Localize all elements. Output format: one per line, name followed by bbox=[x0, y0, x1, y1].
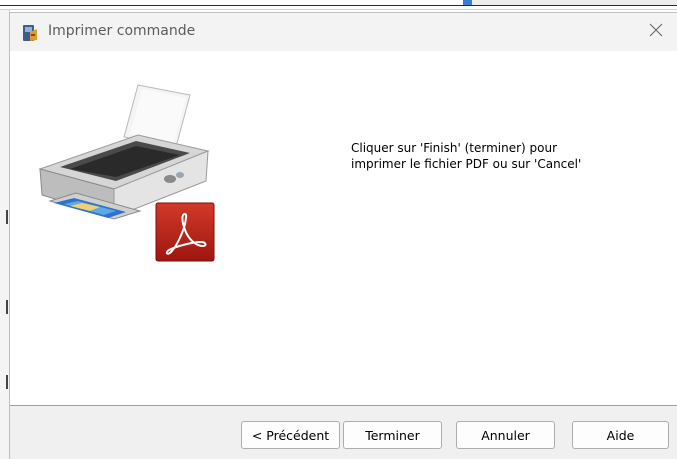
finish-button[interactable]: Terminer bbox=[343, 421, 442, 449]
background-tab-icon bbox=[463, 0, 472, 5]
background-window-strip bbox=[0, 0, 677, 10]
instruction-line: Cliquer sur 'Finish' (terminer) pour bbox=[351, 141, 558, 155]
dialog-content: Cliquer sur 'Finish' (terminer) pour imp… bbox=[10, 51, 677, 407]
window-title: Imprimer commande bbox=[48, 23, 196, 39]
close-icon bbox=[649, 22, 663, 41]
pdf-icon bbox=[155, 202, 215, 262]
installer-icon bbox=[20, 23, 40, 43]
title-bar[interactable]: Imprimer commande bbox=[10, 13, 677, 51]
background-divider bbox=[0, 5, 677, 6]
back-button[interactable]: < Précédent bbox=[241, 421, 340, 449]
button-bar: < Précédent Terminer Annuler Aide bbox=[10, 406, 677, 459]
screen: Imprimer commande Cliquer sur 'Finish' (… bbox=[0, 0, 677, 459]
help-button[interactable]: Aide bbox=[572, 421, 669, 449]
background-marker bbox=[6, 210, 8, 224]
background-marker bbox=[6, 375, 8, 389]
background-tab bbox=[463, 0, 677, 5]
print-dialog: Imprimer commande Cliquer sur 'Finish' (… bbox=[9, 12, 677, 459]
close-button[interactable] bbox=[634, 13, 677, 49]
instruction-line: imprimer le fichier PDF ou sur 'Cancel' bbox=[351, 157, 582, 171]
background-marker bbox=[6, 300, 8, 314]
instruction-text: Cliquer sur 'Finish' (terminer) pour imp… bbox=[351, 140, 631, 172]
cancel-button[interactable]: Annuler bbox=[456, 421, 555, 449]
